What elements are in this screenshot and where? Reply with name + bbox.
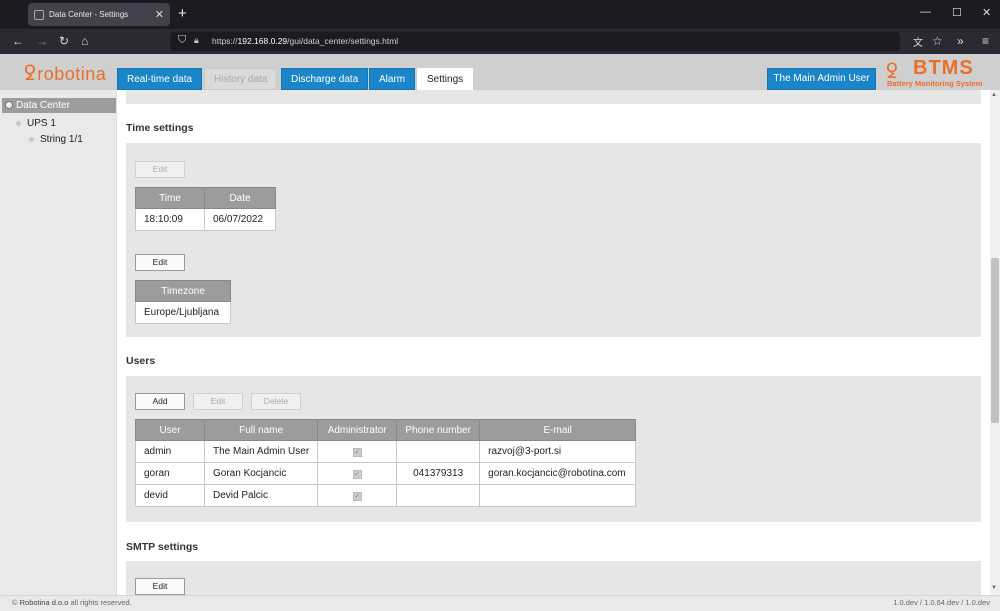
column-header-phone-number: Phone number: [396, 419, 481, 441]
column-header-time: Time: [135, 187, 205, 209]
page-icon: [34, 9, 44, 20]
smtp-settings-title: SMTP settings: [126, 541, 199, 553]
reload-icon[interactable]: ↻: [59, 34, 69, 48]
administrator-cell: ✓: [317, 484, 398, 507]
administrator-checkbox[interactable]: ✓: [352, 470, 362, 479]
previous-settings-panel: [126, 90, 981, 104]
settings-content: Time settings Edit Time Date 18:10:09 06…: [117, 90, 990, 595]
tree-dot-icon: [16, 120, 21, 126]
date-value: 06/07/2022: [204, 208, 276, 231]
browser-tabbar: Data Center - Settings ✕ + — ☐ ✕: [0, 0, 1000, 29]
users-table: User Full name Administrator Phone numbe…: [135, 419, 637, 507]
tree-dot-icon: [29, 136, 34, 142]
smtp-edit-button[interactable]: Edit: [135, 578, 185, 595]
scroll-up-arrow-icon[interactable]: ▲: [991, 92, 997, 98]
table-row[interactable]: devid Devid Palcic ✓: [135, 484, 637, 507]
time-edit-button[interactable]: Edit: [135, 161, 185, 178]
tree-item-ups-1[interactable]: UPS 1: [16, 118, 56, 129]
add-user-button[interactable]: Add: [135, 393, 185, 410]
minimize-button[interactable]: —: [920, 6, 931, 18]
menu-icon[interactable]: ≡: [982, 34, 989, 48]
page-scrollbar[interactable]: ▲ ▼: [990, 90, 1000, 595]
user-cell: devid: [135, 484, 205, 507]
robotina-logo: ꝿrobotina: [24, 63, 107, 85]
browser-tab-title: Data Center - Settings: [49, 10, 129, 19]
tab-real-time-data[interactable]: Real-time data: [117, 68, 203, 90]
overflow-chevron-icon[interactable]: »: [957, 34, 964, 48]
delete-user-button[interactable]: Delete: [251, 393, 301, 410]
tab-discharge-data[interactable]: Discharge data: [281, 68, 369, 90]
column-header-timezone: Timezone: [135, 280, 231, 302]
full-name-cell: Devid Palcic: [203, 484, 319, 507]
column-header-administrator: Administrator: [317, 419, 398, 441]
column-header-user: User: [135, 419, 205, 441]
copyright-text: © Robotina d.o.o all rights reserved.: [12, 598, 132, 607]
column-header-full-name: Full name: [203, 419, 319, 441]
users-panel: Add Edit Delete User Full name Administr…: [126, 376, 981, 522]
email-cell: razvoj@3-port.si: [479, 440, 637, 463]
company-link[interactable]: Robotina d.o.o: [20, 598, 69, 607]
url-text: https://192.168.0.29/gui/data_center/set…: [212, 36, 399, 46]
time-value: 18:10:09: [135, 208, 205, 231]
scroll-down-arrow-icon[interactable]: ▼: [991, 585, 997, 591]
table-row[interactable]: goran Goran Kocjancic ✓ 041379313 goran.…: [135, 462, 637, 485]
translate-icon[interactable]: 文: [913, 34, 923, 49]
user-cell: admin: [135, 440, 205, 463]
administrator-checkbox[interactable]: ✓: [352, 448, 362, 457]
new-tab-button[interactable]: +: [178, 5, 187, 22]
phone-cell: [396, 484, 481, 507]
sidebar: Data Center UPS 1 String 1/1: [0, 90, 117, 595]
version-text: 1.0.dev / 1.0.64.dev / 1.0.dev: [893, 598, 990, 607]
phone-cell: 041379313: [396, 462, 481, 485]
home-icon[interactable]: ⌂: [81, 34, 88, 48]
tab-settings[interactable]: Settings: [417, 68, 474, 90]
full-name-cell: The Main Admin User: [203, 440, 319, 463]
column-header-email: E-mail: [479, 419, 637, 441]
url-bar[interactable]: ⛉ 🔒︎ https://192.168.0.29/gui/data_cente…: [170, 32, 900, 51]
time-table: Time Date 18:10:09 06/07/2022: [135, 187, 276, 231]
users-title: Users: [126, 355, 156, 367]
phone-cell: [396, 440, 481, 463]
tree-item-data-center[interactable]: Data Center: [2, 98, 116, 113]
close-window-button[interactable]: ✕: [982, 6, 991, 19]
table-row[interactable]: admin The Main Admin User ✓ razvoj@3-por…: [135, 440, 637, 463]
full-name-cell: Goran Kocjancic: [203, 462, 319, 485]
smtp-settings-panel: Edit: [126, 561, 981, 595]
maximize-button[interactable]: ☐: [952, 6, 962, 19]
timezone-table: Timezone Europe/Ljubljana: [135, 280, 231, 324]
tree-node-icon: [5, 101, 13, 109]
close-tab-icon[interactable]: ✕: [155, 8, 164, 21]
scroll-thumb[interactable]: [991, 258, 999, 423]
edit-user-button[interactable]: Edit: [193, 393, 243, 410]
timezone-edit-button[interactable]: Edit: [135, 254, 185, 271]
back-arrow-icon[interactable]: ←: [12, 34, 24, 48]
timezone-value: Europe/Ljubljana: [135, 301, 231, 324]
email-cell: goran.kocjancic@robotina.com: [479, 462, 637, 485]
browser-tab[interactable]: Data Center - Settings ✕: [28, 3, 170, 26]
column-header-date: Date: [204, 187, 276, 209]
browser-navbar: ← → ↻ ⌂ ⛉ 🔒︎ https://192.168.0.29/gui/da…: [0, 29, 1000, 54]
administrator-cell: ✓: [317, 462, 398, 485]
app-header: ꝿrobotina Real-time data History data Di…: [0, 54, 1000, 90]
time-settings-panel: Edit Time Date 18:10:09 06/07/2022 Edit …: [126, 143, 981, 337]
shield-icon[interactable]: ⛉: [178, 34, 186, 47]
forward-arrow-icon[interactable]: →: [36, 34, 48, 48]
administrator-cell: ✓: [317, 440, 398, 463]
bookmark-star-icon[interactable]: ☆: [932, 34, 943, 48]
user-menu-button[interactable]: The Main Admin User: [767, 68, 876, 90]
time-settings-title: Time settings: [126, 122, 194, 134]
user-cell: goran: [135, 462, 205, 485]
email-cell: [479, 484, 637, 507]
tab-alarm[interactable]: Alarm: [369, 68, 416, 90]
tree-item-string-1-1[interactable]: String 1/1: [29, 134, 83, 145]
lock-icon[interactable]: 🔒︎: [194, 35, 199, 46]
administrator-checkbox[interactable]: ✓: [352, 492, 362, 501]
tab-history-data[interactable]: History data: [204, 68, 278, 90]
robotina-logo-icon: ꝿ: [24, 63, 37, 85]
footer: © Robotina d.o.o all rights reserved. 1.…: [0, 595, 1000, 611]
